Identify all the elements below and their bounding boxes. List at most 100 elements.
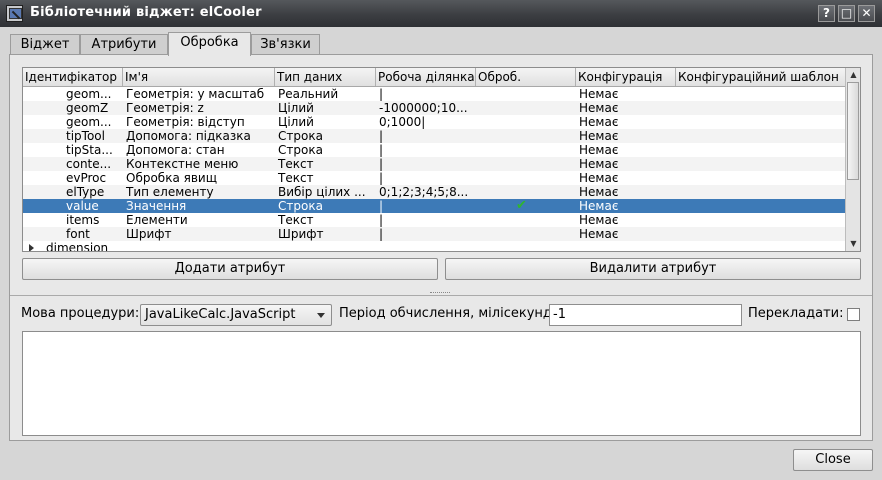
table-row[interactable]: geom... Геометрія: у масштаб Реальний | … bbox=[23, 87, 847, 101]
table-row-selected[interactable]: value Значення Строка | ✔ Немає bbox=[23, 199, 847, 213]
cell-name: Шрифт bbox=[126, 227, 172, 241]
cell-type: Вибір цілих ... bbox=[278, 185, 366, 199]
col-header-config[interactable]: Конфігурація bbox=[576, 68, 676, 86]
cell-work-area: | bbox=[379, 87, 384, 101]
cell-id: font bbox=[66, 227, 90, 241]
col-header-id[interactable]: Ідентифікатор bbox=[23, 68, 123, 86]
cell-id: tipSta... bbox=[66, 143, 113, 157]
cell-type: Строка bbox=[278, 129, 323, 143]
cell-config: Немає bbox=[579, 213, 619, 227]
col-header-type[interactable]: Тип даних bbox=[275, 68, 376, 86]
cell-config: Немає bbox=[579, 115, 619, 129]
col-header-processing[interactable]: Оброб. bbox=[476, 68, 576, 86]
cell-work-area: | bbox=[379, 213, 384, 227]
procedure-text-editor[interactable] bbox=[22, 331, 861, 436]
table-row[interactable]: tipSta... Допомога: стан Строка | Немає bbox=[23, 143, 847, 157]
cell-config: Немає bbox=[579, 199, 619, 213]
cell-name: Допомога: підказка bbox=[126, 129, 251, 143]
cell-name: Тип елементу bbox=[126, 185, 214, 199]
cell-work-area: | bbox=[379, 157, 384, 171]
cell-id: tipTool bbox=[66, 129, 105, 143]
cell-work-area: 0;1;2;3;4;5;8... bbox=[379, 185, 469, 199]
translate-label: Перекладати: bbox=[748, 306, 844, 321]
cell-work-area: | bbox=[379, 199, 384, 213]
cell-config: Немає bbox=[579, 143, 619, 157]
cell-name: Значення bbox=[126, 199, 187, 213]
cell-work-area: | bbox=[379, 129, 384, 143]
cell-config: Немає bbox=[579, 185, 619, 199]
cell-work-area: 0;1000| bbox=[379, 115, 426, 129]
attributes-table: Ідентифікатор Ім'я Тип даних Робоча діля… bbox=[22, 67, 861, 252]
processing-pane: Ідентифікатор Ім'я Тип даних Робоча діля… bbox=[9, 54, 873, 441]
table-row[interactable]: geomZ Геометрія: z Цілий -1000000;10... … bbox=[23, 101, 847, 115]
cell-type: Текст bbox=[278, 171, 314, 185]
add-attribute-button[interactable]: Додати атрибут bbox=[22, 258, 438, 280]
close-button[interactable]: Close bbox=[793, 449, 873, 471]
app-icon bbox=[6, 5, 23, 22]
cell-config: Немає bbox=[579, 101, 619, 115]
expand-arrow-icon[interactable] bbox=[29, 244, 34, 251]
table-vertical-scrollbar[interactable]: ▲ ▼ bbox=[845, 68, 860, 251]
table-row[interactable]: font Шрифт Шрифт | Немає bbox=[23, 227, 847, 241]
check-icon[interactable]: ✔ bbox=[516, 199, 527, 213]
cell-name: Елементи bbox=[126, 213, 188, 227]
table-row[interactable]: tipTool Допомога: підказка Строка | Нема… bbox=[23, 129, 847, 143]
cell-work-area: | bbox=[379, 227, 384, 241]
delete-attribute-button[interactable]: Видалити атрибут bbox=[445, 258, 861, 280]
period-input[interactable]: -1 bbox=[549, 304, 742, 326]
tab-attributes[interactable]: Атрибути bbox=[80, 34, 168, 55]
cell-id: conte... bbox=[66, 157, 112, 171]
table-row[interactable]: evProc Обробка явищ Текст | Немає bbox=[23, 171, 847, 185]
table-row[interactable]: conte... Контекстне меню Текст | Немає bbox=[23, 157, 847, 171]
language-label: Мова процедури: bbox=[21, 306, 140, 321]
cell-id: evProc bbox=[66, 171, 107, 185]
cell-work-area: | bbox=[379, 143, 384, 157]
translate-checkbox[interactable] bbox=[847, 308, 860, 321]
scroll-down-icon[interactable]: ▼ bbox=[847, 237, 860, 250]
language-select[interactable]: JavaLikeCalc.JavaScript bbox=[140, 304, 332, 326]
language-value: JavaLikeCalc.JavaScript bbox=[145, 307, 296, 322]
tree-group-row[interactable]: dimension bbox=[23, 241, 847, 252]
col-header-config-template[interactable]: Конфігураційний шаблон bbox=[676, 68, 847, 86]
cell-id: geom... bbox=[66, 115, 112, 129]
cell-work-area: -1000000;10... bbox=[379, 101, 468, 115]
cell-config: Немає bbox=[579, 157, 619, 171]
tab-processing[interactable]: Обробка bbox=[168, 32, 251, 56]
cell-type: Строка bbox=[278, 199, 323, 213]
cell-type: Цілий bbox=[278, 101, 314, 115]
cell-name: Допомога: стан bbox=[126, 143, 225, 157]
cell-config: Немає bbox=[579, 129, 619, 143]
close-window-button[interactable]: ✕ bbox=[858, 5, 875, 22]
cell-config: Немає bbox=[579, 171, 619, 185]
cell-config: Немає bbox=[579, 227, 619, 241]
tab-links[interactable]: Зв'язки bbox=[251, 34, 320, 55]
cell-type: Строка bbox=[278, 143, 323, 157]
cell-type: Реальний bbox=[278, 87, 339, 101]
col-header-work-area[interactable]: Робоча ділянка bbox=[376, 68, 476, 86]
scroll-up-icon[interactable]: ▲ bbox=[847, 68, 860, 81]
table-row[interactable]: elType Тип елементу Вибір цілих ... 0;1;… bbox=[23, 185, 847, 199]
cell-type: Цілий bbox=[278, 115, 314, 129]
cell-config: Немає bbox=[579, 87, 619, 101]
cell-id: items bbox=[66, 213, 100, 227]
scroll-handle[interactable] bbox=[847, 82, 859, 180]
cell-name: Геометрія: відступ bbox=[126, 115, 245, 129]
group-label: dimension bbox=[46, 241, 109, 252]
help-button[interactable]: ? bbox=[818, 5, 835, 22]
cell-name: Обробка явищ bbox=[126, 171, 218, 185]
tab-widget[interactable]: Віджет bbox=[10, 34, 80, 55]
col-header-name[interactable]: Ім'я bbox=[123, 68, 275, 86]
cell-type: Текст bbox=[278, 157, 314, 171]
title-bar: Бібліотечний віджет: elCooler ? □ ✕ bbox=[0, 0, 882, 27]
cell-type: Шрифт bbox=[278, 227, 324, 241]
cell-type: Текст bbox=[278, 213, 314, 227]
cell-id: elType bbox=[66, 185, 105, 199]
table-row[interactable]: geom... Геометрія: відступ Цілий 0;1000|… bbox=[23, 115, 847, 129]
table-header: Ідентифікатор Ім'я Тип даних Робоча діля… bbox=[23, 68, 847, 87]
chevron-down-icon bbox=[317, 313, 325, 318]
cell-id: geomZ bbox=[66, 101, 109, 115]
maximize-button[interactable]: □ bbox=[838, 5, 855, 22]
cell-id: value bbox=[66, 199, 99, 213]
cell-name: Геометрія: z bbox=[126, 101, 204, 115]
table-row[interactable]: items Елементи Текст | Немає bbox=[23, 213, 847, 227]
